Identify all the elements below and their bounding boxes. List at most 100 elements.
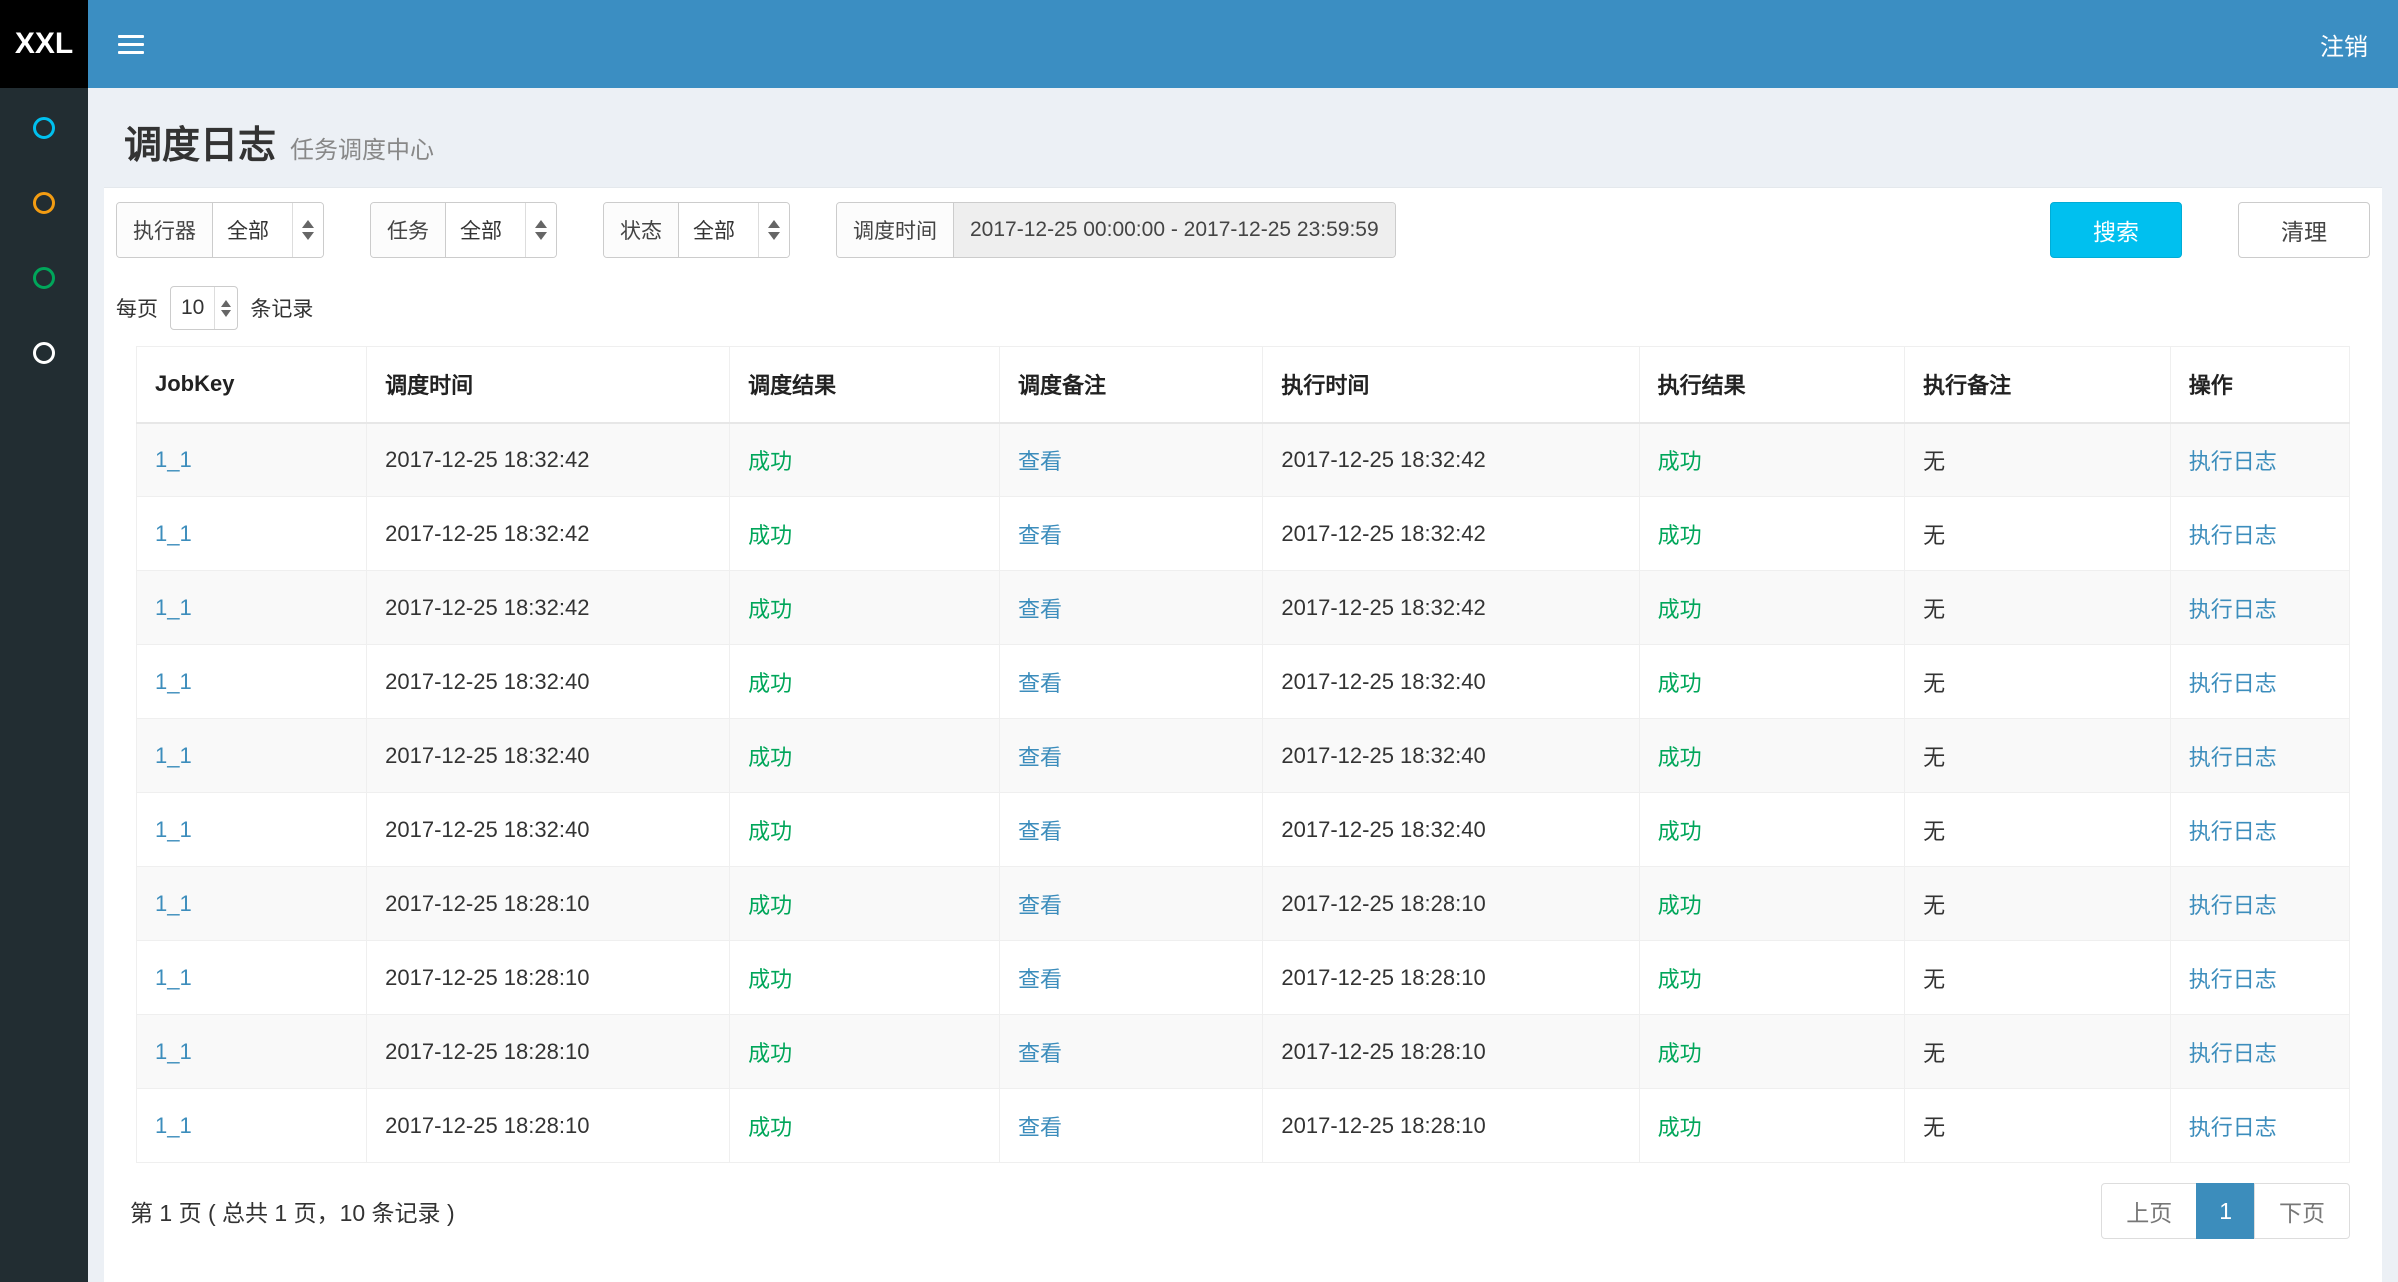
handle-time: 2017-12-25 18:32:40 — [1281, 669, 1485, 694]
sidebar-menu-item-4[interactable] — [0, 315, 88, 390]
trigger-remark-link[interactable]: 查看 — [1018, 745, 1062, 770]
trigger-time-range-input[interactable]: 2017-12-25 00:00:00 - 2017-12-25 23:59:5… — [954, 203, 1395, 257]
column-header: 执行时间 — [1263, 347, 1639, 423]
table-row: 1_12017-12-25 18:32:42成功查看2017-12-25 18:… — [137, 571, 2350, 645]
sidebar-menu-item-3[interactable] — [0, 240, 88, 315]
handle-result-cell: 成功 — [1639, 793, 1905, 867]
trigger-result: 成功 — [748, 1115, 792, 1140]
jobkey-link[interactable]: 1_1 — [155, 891, 192, 916]
exec-log-link[interactable]: 执行日志 — [2189, 1041, 2277, 1066]
jobkey-link[interactable]: 1_1 — [155, 817, 192, 842]
exec-log-link[interactable]: 执行日志 — [2189, 597, 2277, 622]
right-column: 注销 调度日志 任务调度中心 执行器 全部 — [88, 0, 2398, 1282]
page-size-prefix: 每页 — [116, 293, 158, 323]
trigger-remark-link[interactable]: 查看 — [1018, 819, 1062, 844]
jobkey-link[interactable]: 1_1 — [155, 447, 192, 472]
sidebar-toggle-icon[interactable] — [110, 25, 152, 64]
handle-remark: 无 — [1923, 449, 1945, 474]
handle-time: 2017-12-25 18:32:40 — [1281, 817, 1485, 842]
hamburger-bar — [118, 35, 144, 38]
trigger-remark-link[interactable]: 查看 — [1018, 893, 1062, 918]
content-header: 调度日志 任务调度中心 — [88, 88, 2398, 187]
search-button[interactable]: 搜索 — [2050, 202, 2182, 258]
handle-result: 成功 — [1658, 745, 1702, 770]
jobkey-link[interactable]: 1_1 — [155, 1113, 192, 1138]
status-select-value: 全部 — [679, 215, 758, 245]
trigger-remark-link[interactable]: 查看 — [1018, 523, 1062, 548]
trigger-remark-link[interactable]: 查看 — [1018, 1041, 1062, 1066]
exec-log-link[interactable]: 执行日志 — [2189, 819, 2277, 844]
handle-time: 2017-12-25 18:28:10 — [1281, 1113, 1485, 1138]
top-navbar: 注销 — [88, 0, 2398, 88]
next-page-button[interactable]: 下页 — [2254, 1183, 2350, 1239]
handle-time-cell: 2017-12-25 18:28:10 — [1263, 941, 1639, 1015]
trigger-remark-link[interactable]: 查看 — [1018, 597, 1062, 622]
trigger-remark-link[interactable]: 查看 — [1018, 967, 1062, 992]
trigger-result: 成功 — [748, 523, 792, 548]
trigger-remark-link-cell: 查看 — [1000, 571, 1263, 645]
handle-remark-cell: 无 — [1905, 1089, 2171, 1163]
exec-log-link[interactable]: 执行日志 — [2189, 1115, 2277, 1140]
logout-link[interactable]: 注销 — [2320, 27, 2368, 62]
select-updown-icon — [525, 203, 556, 257]
trigger-remark-link[interactable]: 查看 — [1018, 671, 1062, 696]
trigger-remark-link[interactable]: 查看 — [1018, 449, 1062, 474]
jobkey-link[interactable]: 1_1 — [155, 965, 192, 990]
exec-log-link[interactable]: 执行日志 — [2189, 967, 2277, 992]
sidebar-menu-item-2[interactable] — [0, 165, 88, 240]
jobkey-link[interactable]: 1_1 — [155, 1039, 192, 1064]
main-panel: 执行器 全部 任务 全部 状态 — [104, 187, 2382, 1282]
handle-result: 成功 — [1658, 671, 1702, 696]
trigger-remark-link[interactable]: 查看 — [1018, 1115, 1062, 1140]
current-page-button[interactable]: 1 — [2196, 1183, 2255, 1239]
trigger-result-cell: 成功 — [730, 719, 1000, 793]
trigger-time-cell: 2017-12-25 18:28:10 — [367, 1015, 730, 1089]
page-size-select[interactable]: 10 — [170, 286, 238, 330]
jobkey-link[interactable]: 1_1 — [155, 669, 192, 694]
job-select[interactable]: 全部 — [446, 203, 556, 257]
column-header: 调度时间 — [367, 347, 730, 423]
exec-log-link-cell: 执行日志 — [2170, 423, 2349, 497]
trigger-time: 2017-12-25 18:32:40 — [385, 669, 589, 694]
column-header: 执行结果 — [1639, 347, 1905, 423]
handle-result: 成功 — [1658, 523, 1702, 548]
logo[interactable]: XXL — [0, 0, 88, 88]
handle-remark-cell: 无 — [1905, 423, 2171, 497]
trigger-time-cell: 2017-12-25 18:28:10 — [367, 867, 730, 941]
status-select[interactable]: 全部 — [679, 203, 789, 257]
table-footer: 第 1 页 ( 总共 1 页，10 条记录 ) 上页 1 下页 — [130, 1183, 2350, 1239]
executor-select[interactable]: 全部 — [213, 203, 323, 257]
handle-remark-cell: 无 — [1905, 719, 2171, 793]
exec-log-link[interactable]: 执行日志 — [2189, 523, 2277, 548]
handle-time-cell: 2017-12-25 18:32:40 — [1263, 793, 1639, 867]
status-filter-label: 状态 — [604, 203, 679, 257]
table-header-row: JobKey调度时间调度结果调度备注执行时间执行结果执行备注操作 — [137, 347, 2350, 423]
jobkey-link-cell: 1_1 — [137, 571, 367, 645]
jobkey-link[interactable]: 1_1 — [155, 743, 192, 768]
trigger-time-cell: 2017-12-25 18:32:40 — [367, 793, 730, 867]
trigger-remark-link-cell: 查看 — [1000, 719, 1263, 793]
jobkey-link-cell: 1_1 — [137, 423, 367, 497]
handle-remark: 无 — [1923, 893, 1945, 918]
handle-result: 成功 — [1658, 1115, 1702, 1140]
exec-log-link[interactable]: 执行日志 — [2189, 449, 2277, 474]
page-title-text: 调度日志 — [124, 114, 276, 169]
column-header: 操作 — [2170, 347, 2349, 423]
handle-remark: 无 — [1923, 523, 1945, 548]
handle-time: 2017-12-25 18:28:10 — [1281, 965, 1485, 990]
exec-log-link[interactable]: 执行日志 — [2189, 671, 2277, 696]
prev-page-button[interactable]: 上页 — [2101, 1183, 2197, 1239]
handle-time-cell: 2017-12-25 18:28:10 — [1263, 867, 1639, 941]
clear-button[interactable]: 清理 — [2238, 202, 2370, 258]
exec-log-link[interactable]: 执行日志 — [2189, 893, 2277, 918]
jobkey-link[interactable]: 1_1 — [155, 521, 192, 546]
jobkey-link[interactable]: 1_1 — [155, 595, 192, 620]
trigger-time-cell: 2017-12-25 18:32:42 — [367, 497, 730, 571]
job-filter-group: 任务 全部 — [370, 202, 557, 258]
handle-remark-cell: 无 — [1905, 867, 2171, 941]
exec-log-link[interactable]: 执行日志 — [2189, 745, 2277, 770]
hamburger-bar — [118, 51, 144, 54]
handle-result-cell: 成功 — [1639, 645, 1905, 719]
table-row: 1_12017-12-25 18:32:42成功查看2017-12-25 18:… — [137, 423, 2350, 497]
sidebar-menu-item-1[interactable] — [0, 90, 88, 165]
